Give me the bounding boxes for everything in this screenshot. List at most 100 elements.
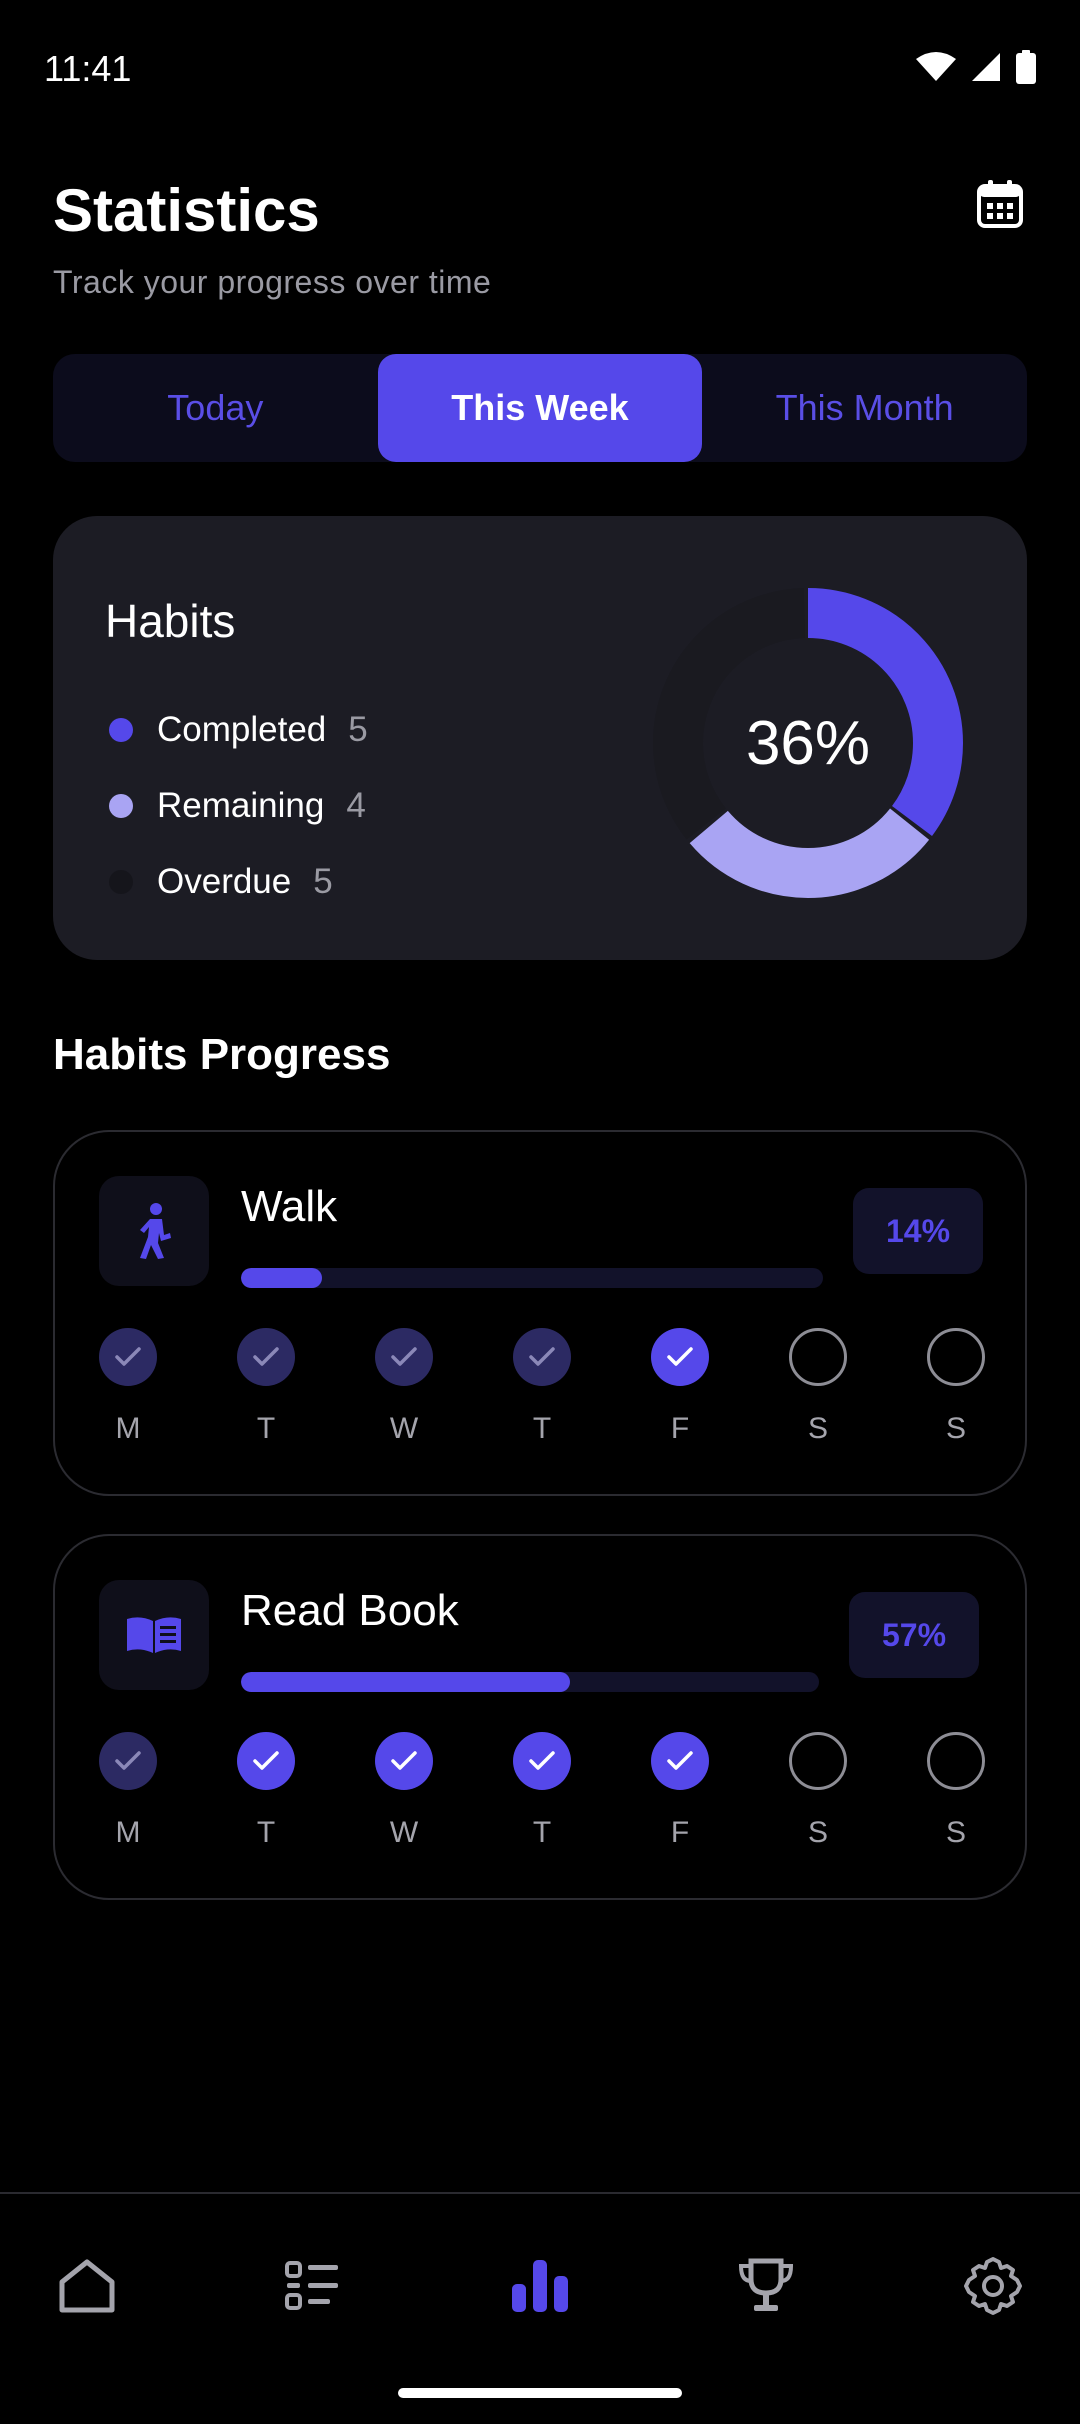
- habit-week-days: MTWTFSS: [99, 1328, 985, 1446]
- legend-label: Completed: [157, 710, 327, 749]
- habit-name: Walk: [241, 1182, 338, 1231]
- calendar-button[interactable]: [972, 176, 1028, 232]
- habits-summary-card: Habits Completed 5 Remaining 4 Overdue 5…: [53, 516, 1027, 960]
- habit-day-letter: S: [807, 1412, 828, 1445]
- habit-day[interactable]: W: [375, 1328, 433, 1446]
- habit-day[interactable]: S: [789, 1328, 847, 1446]
- legend-overdue: Overdue 5: [105, 844, 368, 920]
- habit-day-circle[interactable]: [513, 1328, 571, 1386]
- page-title: Statistics: [53, 177, 320, 244]
- habit-day[interactable]: S: [927, 1732, 985, 1850]
- tab-this-month[interactable]: This Month: [702, 354, 1027, 462]
- habit-icon-box: [99, 1176, 209, 1286]
- habit-day-letter: F: [670, 1816, 690, 1849]
- status-bar: 11:41: [0, 0, 1080, 140]
- habit-percent-badge: 57%: [849, 1592, 979, 1678]
- check-icon: [253, 1751, 279, 1770]
- home-indicator: [398, 2388, 682, 2398]
- habit-day[interactable]: M: [99, 1328, 157, 1446]
- check-icon: [667, 1751, 693, 1770]
- habit-day-circle[interactable]: [513, 1732, 571, 1790]
- habit-day[interactable]: T: [513, 1732, 571, 1850]
- legend-dot-overdue: [109, 870, 133, 894]
- status-time: 11:41: [44, 48, 132, 89]
- habit-day[interactable]: W: [375, 1732, 433, 1850]
- habit-day-letter: T: [532, 1412, 552, 1445]
- habit-day[interactable]: F: [651, 1328, 709, 1446]
- legend-dot-remaining: [109, 794, 133, 818]
- habits-legend: Completed 5 Remaining 4 Overdue 5: [105, 692, 368, 920]
- calendar-icon: [977, 180, 1023, 228]
- status-icons: [916, 50, 1036, 84]
- check-icon: [391, 1347, 417, 1366]
- habit-progress-bar: [241, 1672, 819, 1692]
- habit-day-circle[interactable]: [375, 1328, 433, 1386]
- tab-today[interactable]: Today: [53, 354, 378, 462]
- habit-day-letter: F: [670, 1412, 690, 1445]
- habit-day-circle[interactable]: [375, 1732, 433, 1790]
- check-icon: [529, 1347, 555, 1366]
- habits-percent-label: 36%: [745, 708, 871, 778]
- walk-icon: [140, 1203, 171, 1259]
- gear-icon: [964, 2257, 1022, 2315]
- check-icon: [115, 1347, 141, 1366]
- habit-day-circle[interactable]: [237, 1732, 295, 1790]
- section-title: Habits Progress: [53, 1030, 391, 1079]
- habit-day[interactable]: F: [651, 1732, 709, 1850]
- habit-card-walk[interactable]: Walk 14% M T W T F S S: [53, 1130, 1027, 1496]
- habit-day-letter: M: [115, 1412, 141, 1445]
- trophy-icon: [738, 2258, 794, 2311]
- tab-this-week[interactable]: This Week: [377, 354, 703, 462]
- habit-day[interactable]: T: [237, 1732, 295, 1850]
- check-icon: [115, 1751, 141, 1770]
- habit-percent-badge: 14%: [853, 1188, 983, 1274]
- habit-day[interactable]: M: [99, 1732, 157, 1850]
- habit-day-letter: T: [256, 1412, 276, 1445]
- habit-day-circle[interactable]: [927, 1328, 985, 1386]
- habit-progress-bar: [241, 1268, 823, 1288]
- nav-statistics[interactable]: [500, 2246, 580, 2326]
- habit-day[interactable]: S: [789, 1732, 847, 1850]
- habit-icon-box: [99, 1580, 209, 1690]
- habit-day[interactable]: T: [237, 1328, 295, 1446]
- habit-day-circle[interactable]: [99, 1732, 157, 1790]
- check-icon: [253, 1347, 279, 1366]
- habit-day[interactable]: S: [927, 1328, 985, 1446]
- legend-count: 5: [313, 862, 333, 901]
- battery-icon: [1016, 50, 1036, 84]
- page-subtitle: Track your progress over time: [53, 264, 492, 300]
- legend-label: Remaining: [157, 786, 325, 825]
- check-icon: [391, 1751, 417, 1770]
- legend-count: 4: [346, 786, 366, 825]
- habits-summary-title: Habits: [105, 595, 236, 647]
- habit-day-letter: S: [945, 1816, 966, 1849]
- habit-progress-fill: [241, 1268, 323, 1288]
- habit-day-circle[interactable]: [789, 1732, 847, 1790]
- signal-icon: [972, 53, 1000, 81]
- legend-count: 5: [348, 710, 368, 749]
- habit-day-letter: W: [389, 1816, 419, 1849]
- check-icon: [529, 1751, 555, 1770]
- nav-home[interactable]: [47, 2246, 127, 2326]
- nav-settings[interactable]: [953, 2246, 1033, 2326]
- list-icon: [285, 2261, 338, 2310]
- check-icon: [667, 1347, 693, 1366]
- habit-day-letter: T: [532, 1816, 552, 1849]
- home-icon: [59, 2259, 115, 2313]
- habit-day-circle[interactable]: [651, 1732, 709, 1790]
- legend-remaining: Remaining 4: [105, 768, 368, 844]
- habit-day-letter: W: [389, 1412, 419, 1445]
- legend-dot-completed: [109, 718, 133, 742]
- habit-day-circle[interactable]: [237, 1328, 295, 1386]
- habit-day-letter: S: [807, 1816, 828, 1849]
- habit-day-circle[interactable]: [99, 1328, 157, 1386]
- habit-day-circle[interactable]: [651, 1328, 709, 1386]
- habit-day-circle[interactable]: [927, 1732, 985, 1790]
- nav-habits-list[interactable]: [272, 2246, 352, 2326]
- legend-label: Overdue: [157, 862, 292, 901]
- nav-achievements[interactable]: [726, 2246, 806, 2326]
- habit-card-read-book[interactable]: Read Book 57% M T W T F S S: [53, 1534, 1027, 1900]
- habit-day[interactable]: T: [513, 1328, 571, 1446]
- habit-day-circle[interactable]: [789, 1328, 847, 1386]
- legend-completed: Completed 5: [105, 692, 368, 768]
